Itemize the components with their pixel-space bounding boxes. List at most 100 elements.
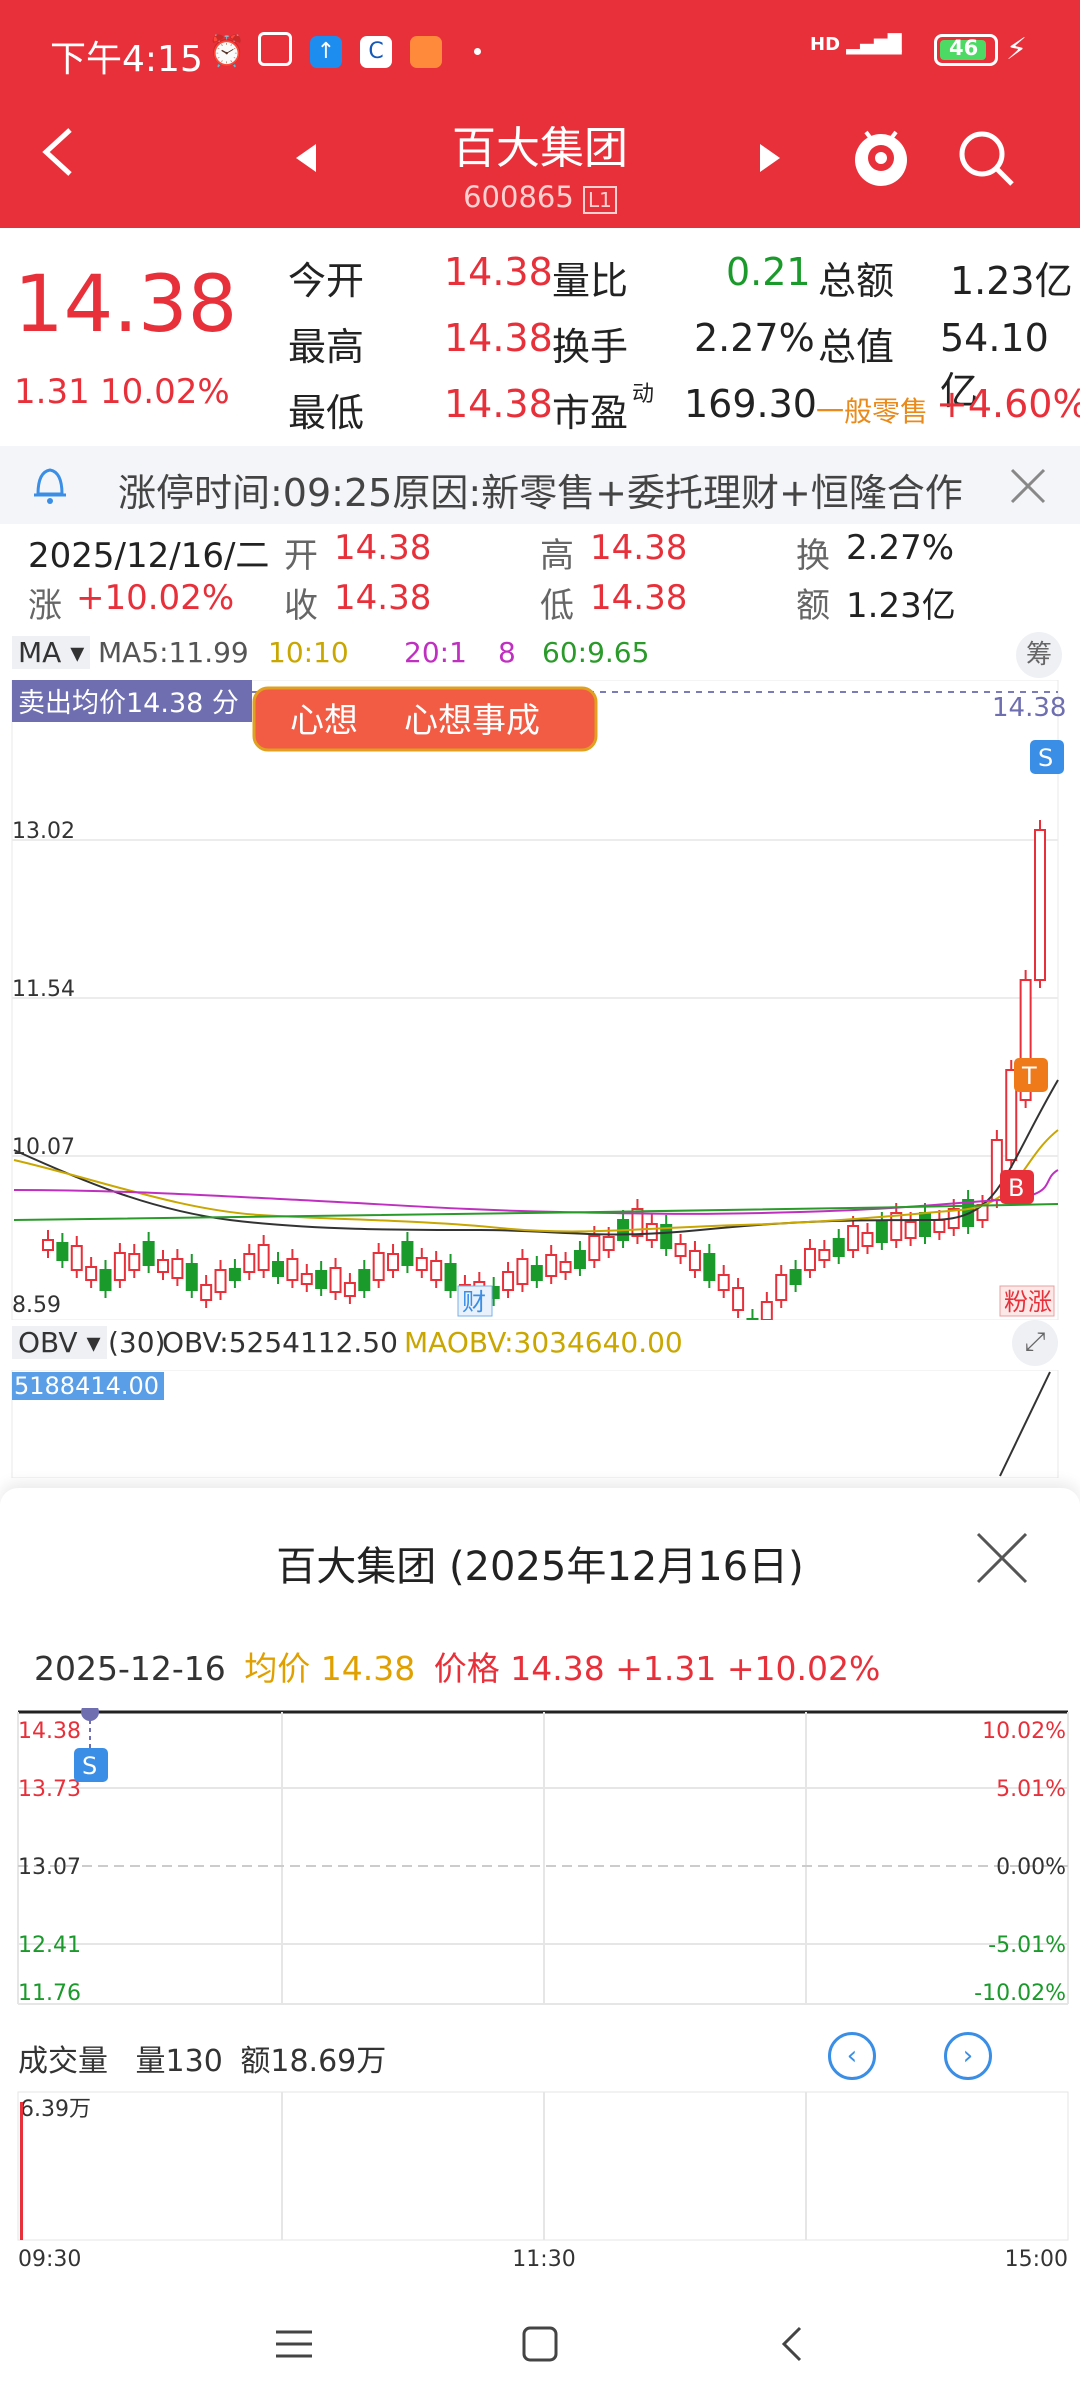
chip-button[interactable]: 筹 [1016, 632, 1062, 678]
next-day-button[interactable]: › [944, 2032, 992, 2080]
kh-chg: +10.02% [76, 578, 235, 618]
candle [185, 1263, 198, 1291]
back-nav-button[interactable] [772, 2324, 812, 2364]
vol-max-label: 6.39万 [20, 2097, 91, 2122]
amt-value: 额18.69万 [240, 2044, 387, 2079]
sheet-title: 百大集团 (2025年12月16日) [276, 1544, 804, 1590]
home-nav-button[interactable] [520, 2324, 560, 2364]
candle [573, 1250, 586, 1269]
sheet-marker-s-text: S [82, 1752, 97, 1780]
candle [688, 1250, 701, 1271]
low-label: 最低 [288, 391, 365, 435]
candle [358, 1269, 371, 1291]
ma-selector[interactable]: MA ▾ [12, 636, 91, 669]
notice-close-button[interactable] [1008, 466, 1048, 506]
y-label-3: 10.07 [12, 1135, 75, 1160]
tag-zt: 粉涨 [1004, 1288, 1052, 1316]
candle [401, 1241, 414, 1266]
search-icon [959, 131, 1014, 186]
sector-name[interactable]: 一般零售 [816, 390, 928, 430]
ma20-label-b: 8 [498, 636, 516, 669]
amount-label: 总额 [818, 259, 895, 303]
prev-stock-button[interactable] [296, 144, 316, 172]
time-axis-2: 11:30 [512, 2247, 575, 2268]
quote-panel: 14.38 1.31 10.02% 今开 14.38 量比 0.21 总额 1.… [0, 228, 1080, 446]
candle [674, 1243, 687, 1257]
info-price: 14.38 [510, 1649, 605, 1688]
intraday-sheet: 百大集团 (2025年12月16日) 2025-12-16 均价 14.38 价… [0, 1488, 1080, 2400]
left-axis-2: 13.73 [18, 1777, 81, 1802]
next-stock-button[interactable] [760, 144, 780, 172]
candle [703, 1253, 716, 1281]
back-nav-icon [781, 2326, 802, 2362]
stock-code: 600865 L1 [440, 180, 640, 214]
sell-avg-label: 卖出均价14.38 分 [18, 688, 239, 719]
kline-chart[interactable]: 卖出均价14.38 分 心想 心想事成 14.38 S T B 13.02 11… [0, 680, 1080, 1320]
candle [847, 1225, 860, 1251]
open-label: 今开 [288, 259, 365, 303]
right-axis-4: -5.01% [988, 1933, 1066, 1958]
right-axis-1: 10.02% [982, 1719, 1066, 1744]
candle [545, 1254, 558, 1277]
mascot-button[interactable] [852, 126, 910, 190]
candle [343, 1282, 356, 1297]
back-icon [42, 128, 72, 176]
left-axis-1: 14.38 [18, 1719, 81, 1744]
sheet-info-line: 2025-12-16 均价 14.38 价格 14.38 +1.31 +10.0… [34, 1642, 880, 1690]
low-value: 14.38 [444, 382, 553, 426]
nfc-icon [258, 32, 292, 66]
candle [286, 1258, 299, 1281]
candle [157, 1259, 170, 1273]
ma60-label: 60:9.65 [542, 636, 650, 669]
candle [430, 1260, 443, 1281]
candle [775, 1274, 788, 1301]
expand-button[interactable]: ⤢ [1012, 1320, 1058, 1366]
candle [861, 1232, 874, 1247]
y-label-4: 8.59 [12, 1293, 61, 1318]
candle [300, 1273, 313, 1285]
amount-value: 1.23亿 [950, 259, 1073, 303]
search-button[interactable] [956, 128, 1016, 188]
shop-app-icon [410, 36, 442, 68]
candle [372, 1252, 385, 1281]
battery-text: 46 [949, 36, 979, 60]
candle [803, 1248, 816, 1271]
time-axis-1: 09:30 [18, 2247, 81, 2268]
vol-ratio-label: 量比 [552, 259, 629, 303]
candle [444, 1263, 457, 1291]
tag-cai: 财 [462, 1288, 486, 1316]
obv-chart[interactable]: 5188414.00 [0, 1370, 1080, 1478]
marker-b-text: B [1008, 1174, 1024, 1202]
obv-period: (30) [108, 1326, 166, 1359]
info-chg: +1.31 [615, 1649, 717, 1688]
menu-nav-button[interactable] [274, 2324, 314, 2364]
candle [933, 1219, 946, 1233]
menu-icon [276, 2330, 312, 2358]
candle [645, 1223, 658, 1241]
volume-chart[interactable]: 6.39万 09:30 11:30 15:00 [0, 2088, 1080, 2268]
candle [717, 1274, 730, 1291]
ma20-label: 20:1 [404, 636, 467, 669]
right-axis-3: 0.00% [996, 1855, 1066, 1880]
marker-t-text: T [1021, 1062, 1037, 1090]
charging-icon: ⚡ [1006, 32, 1028, 67]
obv-selector[interactable]: OBV ▾ [12, 1326, 107, 1359]
stock-code-text: 600865 [463, 180, 574, 214]
candle [42, 1239, 54, 1251]
home-icon [522, 2326, 558, 2362]
kh-low: 14.38 [590, 578, 688, 618]
limit-up-notice[interactable]: 涨停时间:09:25原因:新零售+委托理财+恒隆合作 [0, 446, 1080, 524]
upload-app-icon: ↑ [310, 36, 342, 68]
ma-selector-label: MA [18, 636, 62, 669]
level-badge: L1 [583, 186, 617, 214]
kh-low-label: 低 [540, 586, 574, 626]
left-axis-4: 12.41 [18, 1933, 81, 1958]
prev-day-button[interactable]: ‹ [828, 2032, 876, 2080]
status-time: 下午4:15 [50, 39, 203, 80]
kh-open-label: 开 [284, 536, 318, 576]
intraday-price-chart[interactable]: 14.38 13.73 13.07 12.41 11.76 10.02% 5.0… [0, 1708, 1080, 2008]
back-button[interactable] [38, 122, 78, 182]
candle [918, 1212, 931, 1237]
sheet-close-button[interactable] [974, 1530, 1030, 1586]
volume-bar [20, 2102, 23, 2240]
